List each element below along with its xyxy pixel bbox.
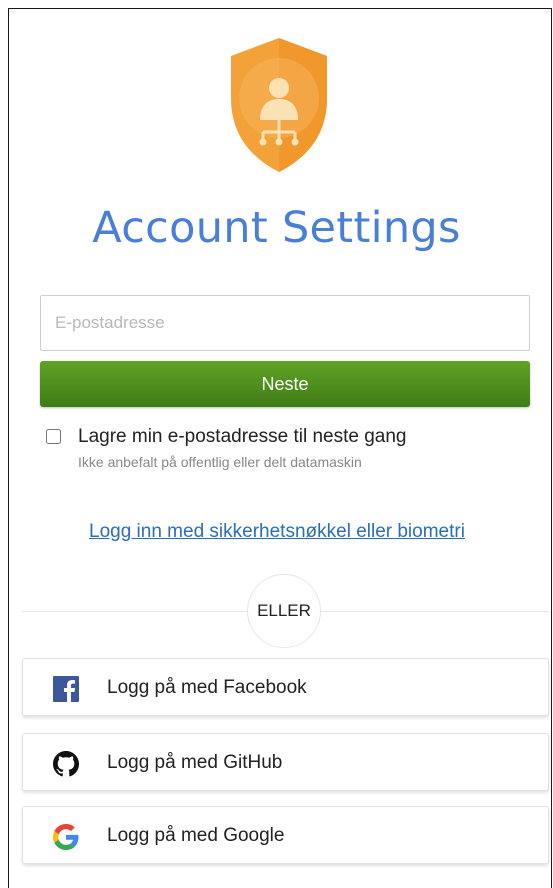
github-login-button[interactable]: Logg på med GitHub [22,733,549,791]
google-icon [53,824,79,850]
email-field[interactable] [40,295,530,351]
remember-email-checkbox[interactable] [46,429,61,444]
page-title: Account Settings [92,203,461,253]
facebook-icon [53,676,79,702]
next-button[interactable]: Neste [40,361,530,407]
github-login-label: Logg på med GitHub [107,752,283,773]
google-login-label: Logg på med Google [107,825,285,846]
shield-user-icon [231,38,327,172]
facebook-login-button[interactable]: Logg på med Facebook [22,658,549,716]
google-login-button[interactable]: Logg på med Google [22,806,549,864]
security-key-login-link[interactable]: Logg inn med sikkerhetsnøkkel eller biom… [89,521,465,543]
remember-email-hint: Ikke anbefalt på offentlig eller delt da… [78,454,362,470]
github-icon [53,751,79,777]
remember-email-label[interactable]: Lagre min e-postadresse til neste gang [78,426,406,448]
facebook-login-label: Logg på med Facebook [107,677,307,698]
or-separator: ELLER [247,574,321,648]
